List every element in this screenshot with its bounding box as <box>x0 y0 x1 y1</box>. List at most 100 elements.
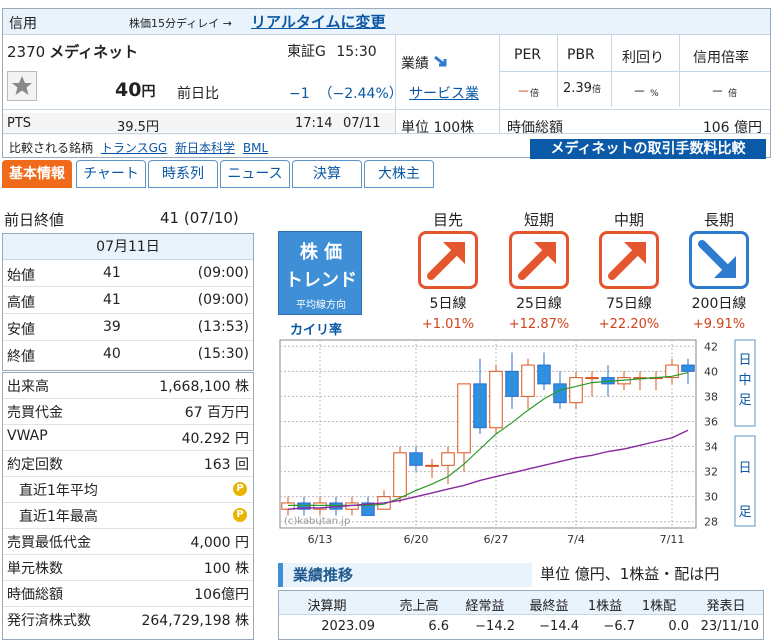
column-header: 発表日 <box>706 599 746 614</box>
ma-label: 75日線 <box>606 296 652 312</box>
market-cap-value: 106 億円 <box>702 120 762 136</box>
trend-down-button[interactable] <box>689 231 749 289</box>
stock-title: 2370 メディネット <box>7 41 138 62</box>
stats-row: 約定回数 163 回 <box>3 451 253 477</box>
table-cell: 23/11/10 <box>700 619 759 634</box>
candle-body <box>585 377 599 380</box>
tab-basic-info[interactable]: 基本情報 <box>2 160 72 188</box>
pts-row: PTS 39.5円 17:14 07/11 <box>3 113 395 135</box>
candle-body <box>457 383 471 454</box>
ohlc-row: 始値 41 (09:00) <box>3 261 253 287</box>
fee-compare-button[interactable]: メディネットの取引手数料比較 <box>530 139 766 159</box>
trading-unit: 単位 100株 <box>401 120 475 136</box>
stats-row: 売買代金 67 百万円 <box>3 399 253 425</box>
divider <box>499 71 770 72</box>
ohlc-row: 安値 39 (13:53) <box>3 315 253 341</box>
pts-time: 17:14 <box>295 116 333 131</box>
side-label-char: 足 <box>738 505 751 520</box>
margin-ratio-value: － 倍 <box>711 85 738 100</box>
compare-link[interactable]: トランスGG <box>101 141 167 155</box>
arrow-up-right-icon <box>518 242 556 280</box>
divider <box>499 35 500 133</box>
premium-icon[interactable]: P <box>233 508 247 522</box>
premium-icon[interactable]: P <box>233 482 247 496</box>
column-header: 経常益 <box>465 599 505 614</box>
column-header: 1株益 <box>587 599 623 614</box>
compare-link[interactable]: BML <box>243 141 268 155</box>
delay-note: 株価15分ディレイ → <box>129 17 232 30</box>
trend-up-button[interactable] <box>418 231 478 289</box>
tab-time-series[interactable]: 時系列 <box>148 160 218 188</box>
column-header: 1株配 <box>641 599 677 614</box>
arrow-up-right-icon <box>427 242 465 280</box>
kairi-value: +9.91% <box>692 317 746 332</box>
divider <box>395 35 396 133</box>
stats-row: VWAP 40.292 円 <box>3 425 253 451</box>
tab-chart[interactable]: チャート <box>76 160 146 188</box>
trend-up-button[interactable] <box>509 231 569 289</box>
earnings-title: 業績推移 <box>278 563 532 587</box>
market-cap-label: 時価総額 <box>507 120 563 136</box>
term-label: 目先 <box>432 211 463 229</box>
side-label-char: 中 <box>738 373 751 388</box>
term-label: 長期 <box>703 211 734 229</box>
ohlc-date: 07月11日 <box>3 234 253 260</box>
divider <box>3 109 395 110</box>
divider <box>499 109 770 110</box>
star-icon <box>12 76 32 95</box>
tab-shareholders[interactable]: 大株主 <box>364 160 434 188</box>
earnings-header-row: 決算期 売上高 経常益 最終益 1株益 1株配 発表日 <box>279 591 763 615</box>
yield-value: － % <box>633 85 659 100</box>
candle-body <box>393 452 407 498</box>
stats-row: 直近1年平均 P <box>3 477 253 503</box>
y-tick-label: 34 <box>704 441 718 454</box>
side-label-char: 日 <box>738 353 751 368</box>
ohlc-row: 高値 41 (09:00) <box>3 288 253 314</box>
kairi-value: +22.20% <box>598 317 660 332</box>
y-tick-label: 32 <box>704 466 718 479</box>
y-tick-label: 40 <box>704 365 718 378</box>
prev-day-label: 前日比 <box>177 86 219 102</box>
ma-label: 5日線 <box>429 296 467 312</box>
stock-header: 信用 株価15分ディレイ → リアルタイムに変更 2370 メディネット 東証G … <box>2 8 771 159</box>
header-top-bar: 信用 株価15分ディレイ → リアルタイムに変更 <box>3 9 770 35</box>
table-cell: 2023.09 <box>321 619 375 634</box>
ohlc-table: 07月11日 始値 41 (09:00) 高値 41 (09:00) 安値 39 (13:5… <box>2 233 254 371</box>
update-time: 15:30 <box>336 44 377 60</box>
stats-row: 単元株数 100 株 <box>3 555 253 581</box>
compare-link[interactable]: 新日本科学 <box>175 141 235 155</box>
realtime-link[interactable]: リアルタイムに変更 <box>251 11 386 32</box>
ma-label: 25日線 <box>516 296 562 312</box>
trend-down-icon <box>434 55 447 67</box>
tab-news[interactable]: ニュース <box>220 160 290 188</box>
candle-body <box>441 452 455 466</box>
price-chart[interactable]: 28 30 32 34 36 38 40 42 6/13 6/20 6/27 7/4 7/11 (c)ka… <box>278 338 758 548</box>
trend-up-button[interactable] <box>599 231 659 289</box>
gyoseki-link[interactable]: 業績 <box>401 53 449 73</box>
stock-name: メディネット <box>49 43 139 61</box>
pts-label: PTS <box>7 116 32 131</box>
compare-stocks: 比較される銘柄 トランスGG 新日本科学 BML <box>9 141 269 155</box>
tab-earnings[interactable]: 決算 <box>292 160 362 188</box>
x-tick-label: 7/11 <box>660 533 685 546</box>
kairi-value: +12.87% <box>508 317 570 332</box>
candle-body <box>473 383 487 429</box>
column-header: 最終益 <box>529 599 569 614</box>
table-cell: 0.0 <box>668 619 689 634</box>
pbr-label: PBR <box>567 47 595 63</box>
candle-body <box>521 364 535 397</box>
current-price: 40円 <box>115 79 156 101</box>
table-cell: −6.7 <box>603 619 635 634</box>
candle-body <box>569 377 583 404</box>
trend-logo: 株 価 トレンド 平均線方向 <box>278 231 362 315</box>
stats-row: 売買最低代金 4,000 円 <box>3 529 253 555</box>
sector-link[interactable]: サービス業 <box>409 83 479 103</box>
y-tick-label: 30 <box>704 491 718 504</box>
favorite-button[interactable] <box>7 71 37 101</box>
earnings-unit-note: 単位 億円、1株益・配は円 <box>540 565 720 583</box>
candle-body <box>537 364 551 385</box>
side-label-char: 日 <box>738 461 751 476</box>
earnings-row: 2023.09 6.6 −14.2 −14.4 −6.7 0.0 23/11/1… <box>279 615 763 639</box>
candle-body <box>409 452 423 466</box>
per-label: PER <box>514 47 542 63</box>
